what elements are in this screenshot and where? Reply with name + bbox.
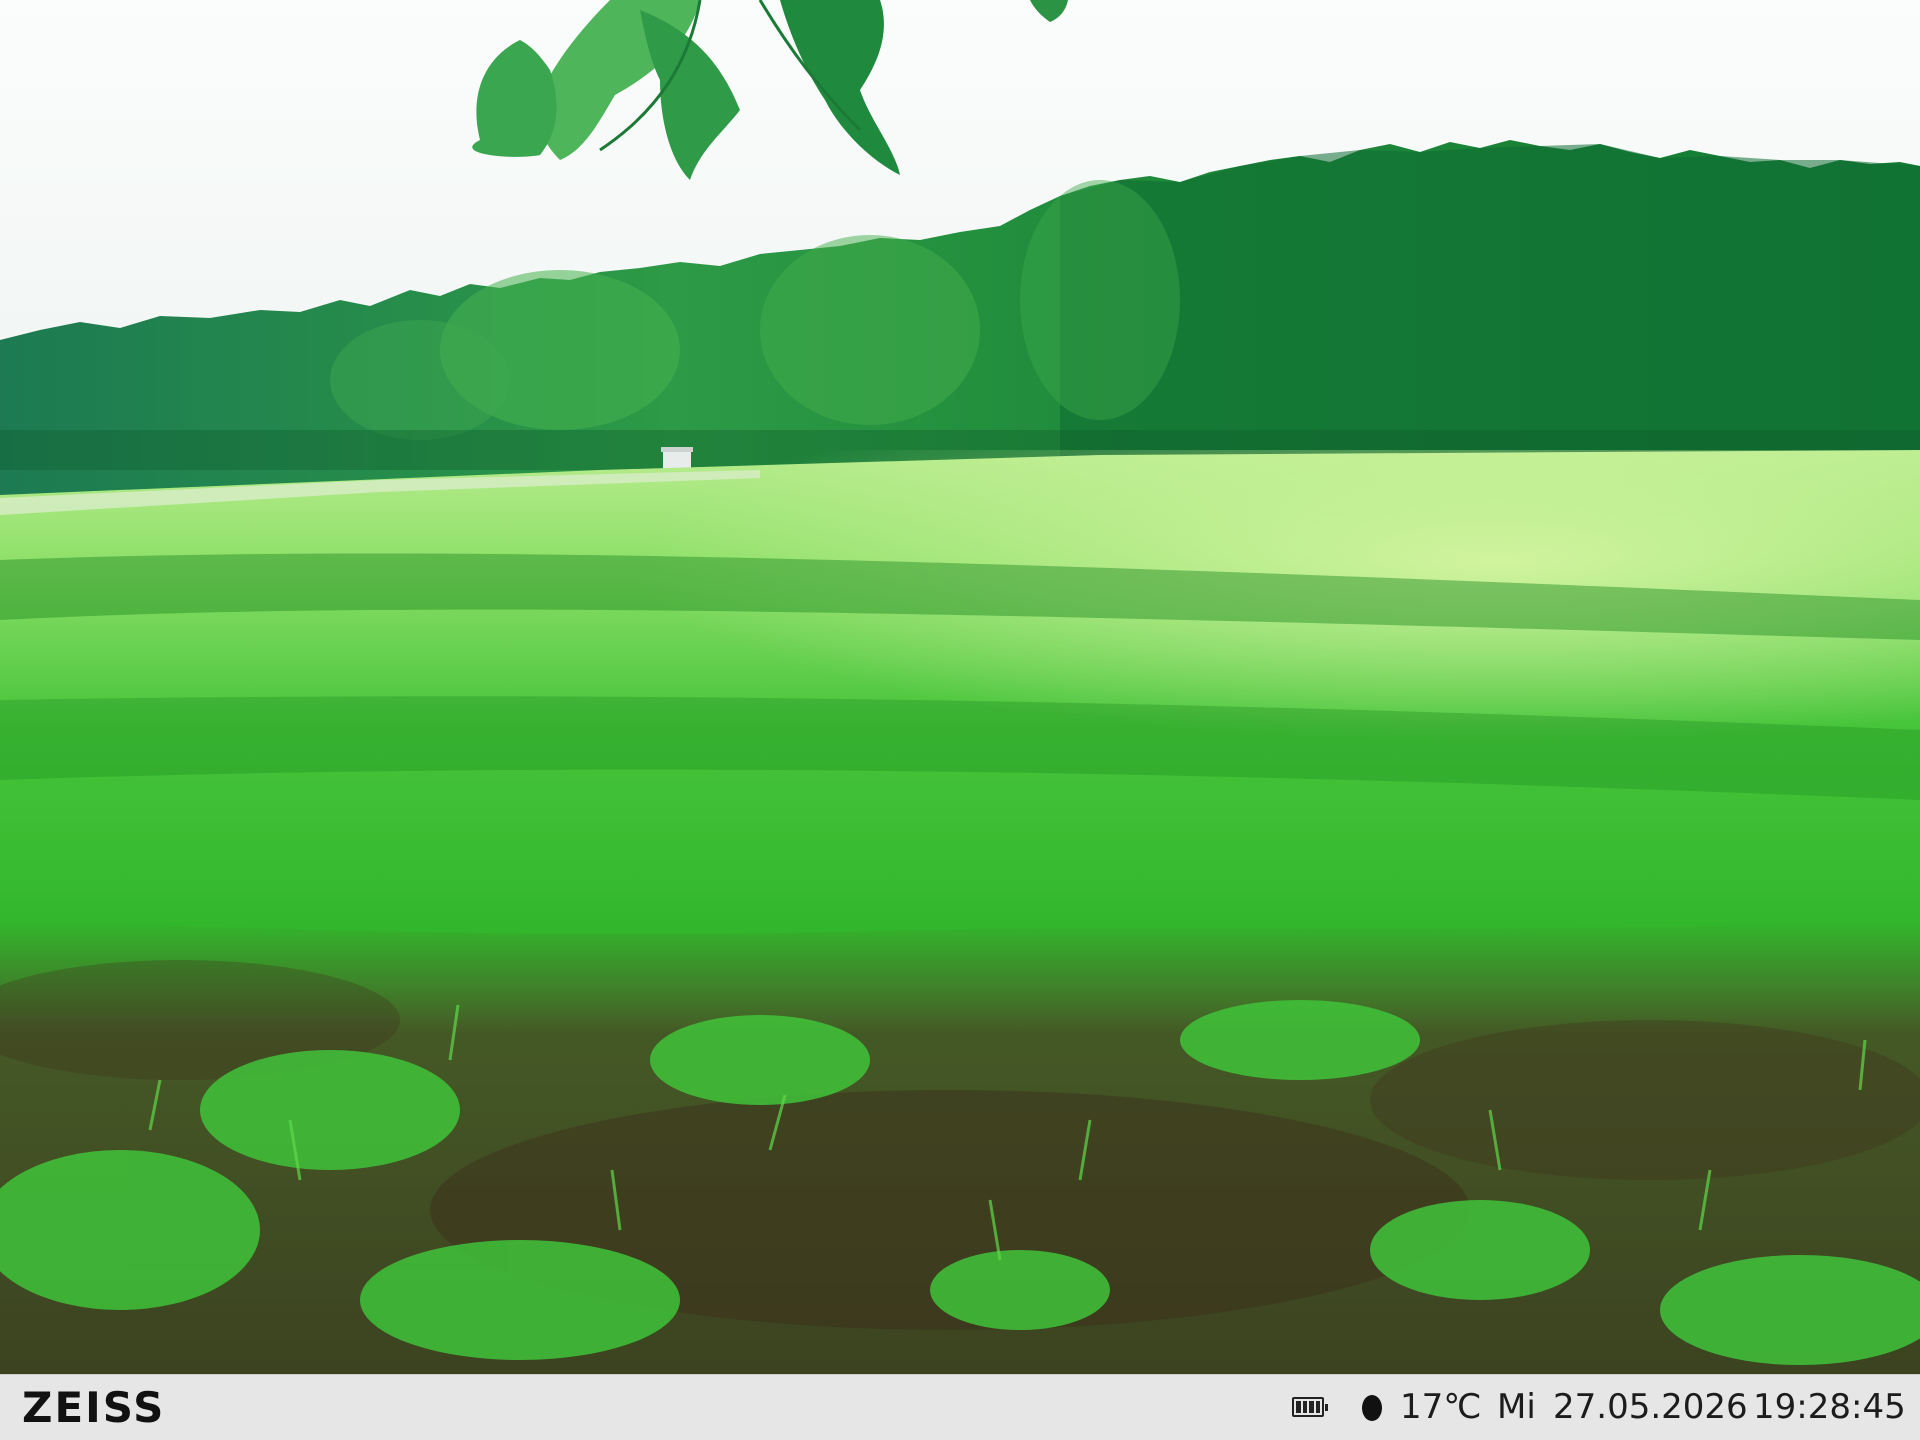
battery-icon	[1292, 1397, 1328, 1417]
date-readout: 27.05.2026	[1553, 1387, 1748, 1427]
time-readout: 19:28:45	[1753, 1387, 1906, 1427]
brand-logo: ZEISS	[22, 1383, 166, 1432]
trail-camera-frame: ZEISS 17℃ Mi 27.05.2026 19:28:45	[0, 0, 1920, 1440]
temperature-readout: 17℃	[1400, 1387, 1482, 1427]
weekday-readout: Mi	[1497, 1387, 1536, 1427]
moon-phase-icon	[1362, 1395, 1382, 1421]
meadow-photo	[0, 0, 1920, 1374]
camera-info-bar: ZEISS 17℃ Mi 27.05.2026 19:28:45	[0, 1374, 1920, 1440]
